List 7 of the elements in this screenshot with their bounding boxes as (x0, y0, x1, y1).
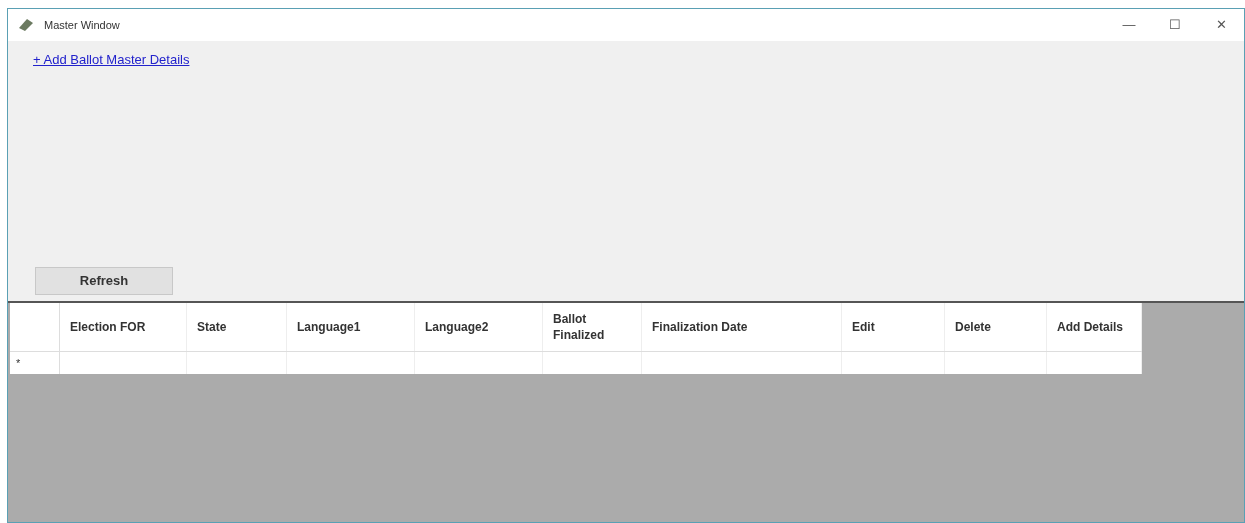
close-button[interactable]: ✕ (1198, 10, 1244, 40)
maximize-button[interactable]: ☐ (1152, 10, 1198, 40)
minimize-button[interactable]: — (1106, 10, 1152, 40)
add-details-link[interactable]: + Add Ballot Master Details (33, 52, 190, 67)
app-icon (18, 18, 34, 32)
refresh-button[interactable]: Refresh (35, 267, 173, 295)
window-title: Master Window (44, 17, 120, 33)
